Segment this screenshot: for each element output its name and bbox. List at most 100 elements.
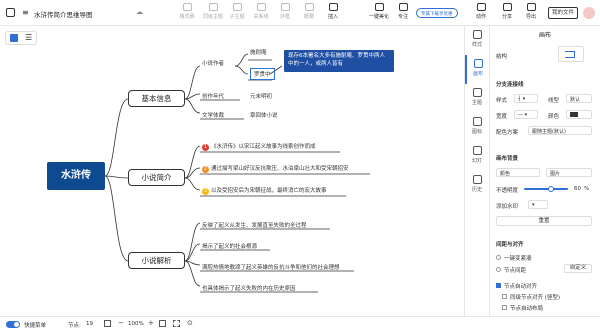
grid-icon[interactable]: [104, 320, 111, 327]
zoom-level[interactable]: 100%: [128, 321, 144, 327]
logo-icon[interactable]: [6, 8, 15, 17]
tab-style[interactable]: 样式: [465, 26, 489, 55]
summary-button[interactable]: 概要: [296, 3, 322, 20]
color-scheme-label: 配色方案: [496, 130, 519, 136]
structure-select[interactable]: [558, 46, 584, 62]
checkbox-checked[interactable]: [496, 283, 501, 288]
sibling-icon: [208, 3, 218, 11]
author-node[interactable]: 小说作者: [202, 59, 224, 67]
callout-note[interactable]: 现存6本署名大多有施耐庵、罗贯中两人中的一人，或两人皆有: [284, 50, 394, 72]
export-button[interactable]: 导出: [518, 3, 544, 20]
bg-image-select[interactable]: 图片: [546, 168, 592, 177]
history-icon: [472, 175, 482, 184]
fullscreen-icon[interactable]: [173, 320, 180, 327]
zoom-in-icon[interactable]: +: [148, 319, 154, 327]
genre-value[interactable]: 章回体小说: [250, 111, 278, 119]
opacity-slider[interactable]: [524, 186, 568, 192]
color-select[interactable]: [566, 110, 592, 119]
same-level-align-option[interactable]: 同级节点对齐 (竖型): [502, 293, 560, 301]
subtopic-button[interactable]: 子主题: [224, 3, 250, 20]
one-key-compact[interactable]: 一键变紧凑: [496, 254, 532, 262]
reset-button[interactable]: 重置: [496, 216, 592, 226]
tab-history[interactable]: 历史: [465, 171, 489, 200]
analysis-item-1[interactable]: 反映了起义从发生、发展直至失败的全过程: [202, 221, 307, 229]
bg-color-select[interactable]: 颜色: [496, 168, 540, 177]
analysis-item-4[interactable]: 也具体揭示了起义失败的内在历史原因: [202, 284, 296, 292]
tab-canvas[interactable]: 画布: [465, 55, 489, 84]
icon-icon: [472, 117, 482, 126]
slider-thumb[interactable]: [548, 186, 554, 192]
beautify-button[interactable]: 一键美化: [366, 3, 392, 20]
mindmap-canvas[interactable]: ☰ 水浒传 基本信息 小说简介 小说解析 小说作者 施耐庵 罗贯中 现存6本署名…: [0, 26, 464, 316]
zoom-out-icon[interactable]: −: [118, 319, 124, 327]
era-value[interactable]: 元末明初: [250, 92, 272, 100]
sibling-topic-button[interactable]: 同级主题: [200, 3, 226, 20]
style-icon: [472, 30, 482, 39]
format-brush-button[interactable]: 格式刷: [174, 3, 200, 20]
radio-empty[interactable]: [496, 255, 501, 260]
analysis-item-3[interactable]: 满腔热情地歌颂了起义英雄的反抗斗争和他们的社会理想: [202, 263, 340, 271]
checkbox-empty[interactable]: [502, 294, 507, 299]
line-type-label: 线型: [548, 98, 560, 104]
my-file-button[interactable]: 我的文件: [548, 7, 578, 19]
structure-icon: [565, 51, 575, 58]
width-label: 宽度: [496, 114, 508, 120]
checkbox-empty[interactable]: [502, 305, 507, 310]
status-bar: 快捷菜单 节点: 19 − 100% + ⊙: [0, 316, 600, 333]
branch-basic-info[interactable]: 基本信息: [128, 90, 185, 107]
frame-button[interactable]: 外框: [272, 3, 298, 20]
opacity-label: 不透明度: [496, 188, 519, 194]
pro-badge[interactable]: 专属下载享优惠: [416, 8, 458, 18]
spacing-section-title: 间距与对齐: [496, 242, 524, 248]
insert-button[interactable]: 插入: [320, 3, 346, 20]
canvas-icon: [473, 59, 483, 68]
doc-title[interactable]: 水浒传简介思维导图: [34, 9, 93, 19]
locate-icon[interactable]: ⊙: [187, 319, 193, 327]
custom-button[interactable]: 自定义: [564, 264, 592, 273]
intro-item-1[interactable]: 1 《水浒传》以宋江起义故事为线索创作而成: [202, 142, 316, 151]
node-spacing-option[interactable]: 节点间距: [496, 266, 526, 274]
branch-intro[interactable]: 小说简介: [128, 169, 185, 186]
brush-icon: [182, 3, 192, 11]
color-scheme-select[interactable]: 跟随主题(默认): [528, 126, 592, 135]
intro-item-3[interactable]: 3 以及受招安后为宋朝征战，最终消亡的宏大故事: [202, 186, 327, 195]
branch-section-title: 分支连接线: [496, 82, 524, 88]
quick-menu-toggle[interactable]: [6, 321, 20, 328]
width-select[interactable]: — ▾: [514, 110, 538, 119]
root-node[interactable]: 水浒传: [47, 162, 105, 190]
focus-button[interactable]: 专注: [390, 3, 416, 20]
watermark-select[interactable]: ▾: [528, 200, 548, 209]
top-toolbar: ≡ 水浒传简介思维导图 ☁ 格式刷 同级主题 子主题 关系线 外框 概要 插入 …: [0, 0, 600, 26]
magic-icon: [374, 3, 384, 11]
theme-icon: [472, 88, 482, 97]
auto-align-option[interactable]: 节点自动对齐: [496, 282, 537, 290]
era-label[interactable]: 创作年代: [202, 92, 224, 100]
branch-analysis[interactable]: 小说解析: [128, 252, 185, 269]
number-badge-icon: 1: [202, 144, 209, 151]
line-style-select[interactable]: ┤ ▾: [514, 94, 538, 103]
action-button[interactable]: 动作: [468, 3, 494, 20]
author-shinaian[interactable]: 施耐庵: [250, 48, 267, 56]
quick-menu-label: 快捷菜单: [24, 323, 47, 329]
line-type-select[interactable]: 默认: [566, 94, 592, 103]
frame-icon: [280, 3, 290, 11]
tab-slides[interactable]: 幻灯: [465, 142, 489, 171]
tab-icon[interactable]: 图标: [465, 113, 489, 142]
intro-item-2[interactable]: 2 通过描写梁山好汉反抗欺压、水泊梁山壮大和受宋朝招安: [202, 164, 349, 173]
author-luoguanzhong[interactable]: 罗贯中: [250, 68, 275, 80]
menu-icon[interactable]: ≡: [22, 9, 29, 17]
genre-label[interactable]: 文学体裁: [202, 111, 224, 119]
tab-theme[interactable]: 主题: [465, 84, 489, 113]
slides-icon: [472, 146, 482, 155]
relation-line-button[interactable]: 关系线: [248, 3, 274, 20]
share-button[interactable]: 分享: [494, 3, 520, 20]
fit-icon[interactable]: [159, 320, 166, 327]
avatar[interactable]: [583, 7, 595, 19]
line-style-label: 样式: [496, 98, 508, 104]
analysis-item-2[interactable]: 揭示了起义的社会根源: [202, 242, 257, 250]
cloud-icon: ☁: [136, 8, 143, 16]
radio-empty[interactable]: [496, 267, 501, 272]
relation-icon: [256, 3, 266, 11]
toggle-knob: [14, 322, 19, 327]
auto-layout-option[interactable]: 节点自动布局: [502, 304, 543, 312]
